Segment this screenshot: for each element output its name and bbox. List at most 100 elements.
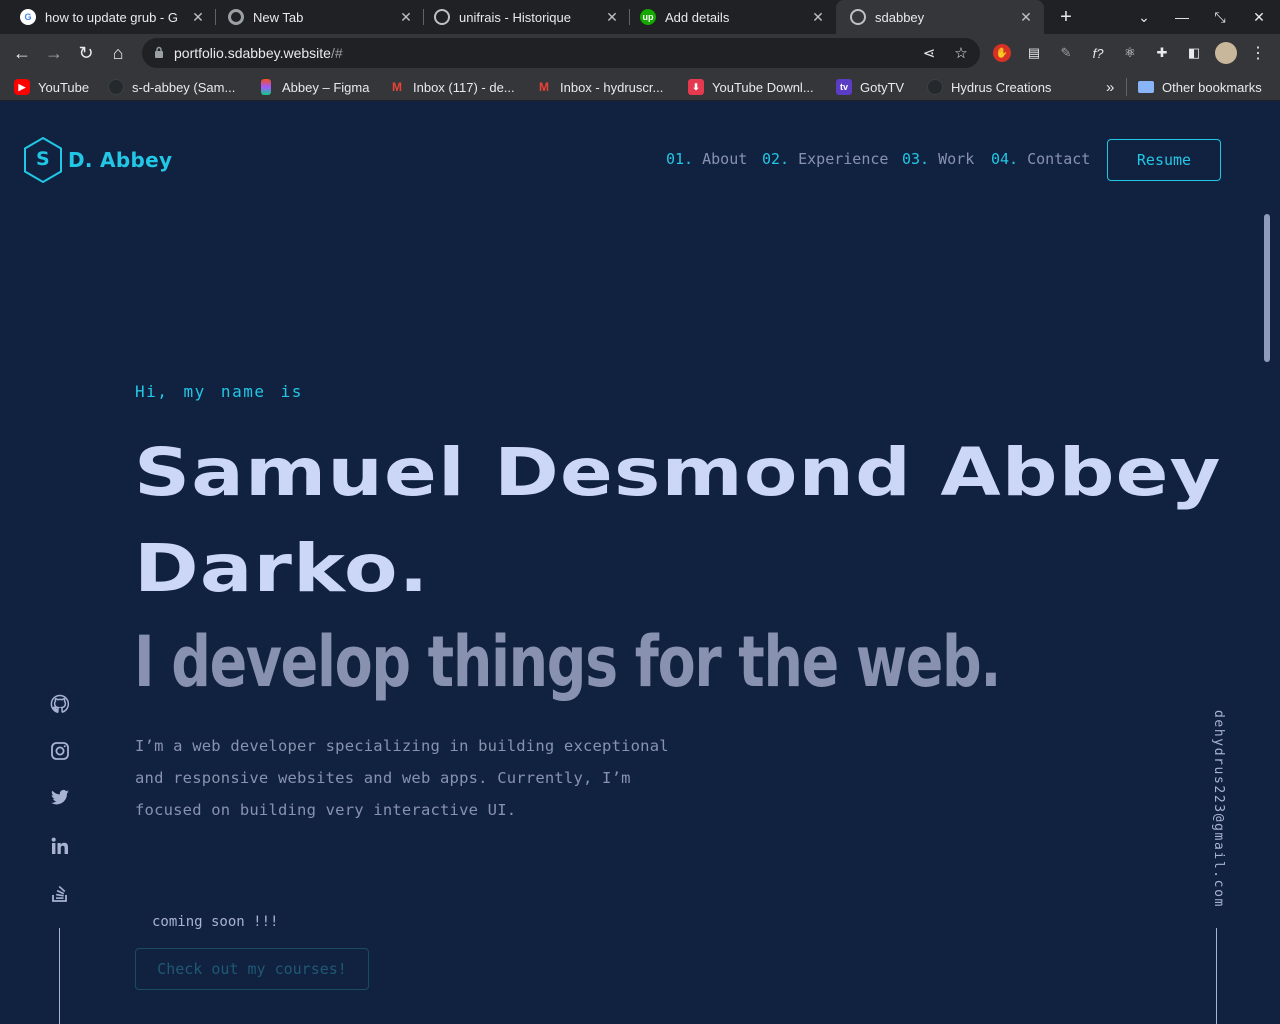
email-link[interactable]: dehydrus223@gmail.com — [1206, 710, 1226, 908]
browser-tab[interactable]: up Add details ✕ — [620, 0, 836, 34]
browser-tab-active[interactable]: sdabbey ✕ — [836, 0, 1044, 34]
globe-icon — [434, 9, 450, 25]
nav-link-work[interactable]: 03. Work — [902, 150, 974, 168]
bookmark-label: YouTube Downl... — [712, 79, 814, 95]
extension-icon[interactable]: ▤ — [1025, 44, 1043, 62]
social-divider-line — [59, 928, 60, 1024]
resume-button[interactable]: Resume — [1107, 139, 1221, 181]
chrome-icon — [228, 9, 244, 25]
bookmark-item[interactable]: ▶ YouTube — [14, 78, 89, 96]
profile-avatar[interactable] — [1215, 42, 1237, 64]
bookmark-item[interactable]: Hydrus Creations — [927, 78, 1051, 96]
bookmark-label: YouTube — [38, 79, 90, 95]
coming-soon-label: coming soon !!! — [152, 914, 279, 930]
download-icon: ⬇ — [688, 79, 704, 95]
tab-title: New Tab — [253, 9, 304, 25]
browser-tab[interactable]: New Tab ✕ — [208, 0, 424, 34]
bookmarks-divider — [1126, 78, 1127, 96]
bookmarks-bar: ▶ YouTube s-d-abbey (Sam... Abbey – Figma… — [0, 72, 1280, 101]
github-icon[interactable] — [49, 693, 71, 715]
bookmark-label: GotyTV — [860, 79, 905, 95]
github-icon — [108, 79, 124, 95]
bookmark-label: Inbox - hydruscr... — [560, 79, 664, 95]
lock-icon — [155, 46, 163, 58]
bookmark-item[interactable]: M Inbox - hydruscr... — [536, 78, 663, 96]
minimize-icon[interactable]: — — [1163, 0, 1201, 34]
other-bookmarks-label: Other bookmarks — [1162, 79, 1262, 95]
hero-description: I’m a web developer specializing in buil… — [135, 737, 669, 819]
nav-number: 01. — [666, 150, 694, 168]
react-devtools-icon[interactable]: ⚛ — [1121, 44, 1139, 62]
close-tab-icon[interactable]: ✕ — [602, 9, 622, 26]
url-text[interactable]: portfolio.sdabbey.website/# — [174, 45, 343, 61]
tab-title: Add details — [665, 9, 730, 25]
page-scrollbar[interactable] — [1264, 214, 1270, 362]
bookmark-item[interactable]: s-d-abbey (Sam... — [108, 78, 235, 96]
folder-icon — [1138, 81, 1154, 93]
font-extension-icon[interactable]: f? — [1089, 44, 1107, 62]
close-tab-icon[interactable]: ✕ — [396, 9, 416, 26]
bookmark-star-icon[interactable]: ☆ — [952, 44, 970, 62]
restore-icon[interactable]: ⤡ — [1201, 0, 1239, 34]
forward-icon[interactable]: → — [40, 39, 68, 67]
site-logo[interactable]: S D. Abbey — [22, 136, 172, 184]
nav-label: Experience — [798, 150, 889, 168]
browser-toolbar: ← → ↻ ⌂ portfolio.sdabbey.website/# ⋖ ☆ … — [0, 34, 1280, 72]
url-host: portfolio.sdabbey.website — [174, 45, 331, 61]
gmail-icon: M — [539, 80, 549, 94]
nav-number: 03. — [902, 150, 930, 168]
close-tab-icon[interactable]: ✕ — [188, 9, 208, 26]
email-divider-line — [1216, 928, 1217, 1024]
figma-icon — [261, 79, 271, 95]
reload-icon[interactable]: ↻ — [72, 39, 100, 67]
menu-kebab-icon[interactable]: ⋮ — [1249, 44, 1267, 62]
home-icon[interactable]: ⌂ — [104, 39, 132, 67]
logo-text: D. Abbey — [68, 148, 173, 172]
upwork-icon: up — [640, 9, 656, 25]
new-tab-button[interactable]: + — [1047, 0, 1085, 34]
globe-icon — [850, 9, 866, 25]
other-bookmarks-folder[interactable]: Other bookmarks — [1138, 78, 1262, 96]
tab-search-icon[interactable]: ⌄ — [1125, 0, 1163, 34]
bookmarks-overflow-button[interactable]: » — [1106, 78, 1114, 96]
nav-label: Work — [938, 150, 975, 168]
twitter-icon[interactable] — [49, 787, 71, 809]
nav-label: Contact — [1027, 150, 1091, 168]
bookmark-item[interactable]: tv GotyTV — [836, 78, 904, 96]
nav-number: 04. — [991, 150, 1019, 168]
portfolio-page: S D. Abbey 01. About 02. Experience 03. … — [0, 102, 1280, 1024]
greeting-text: Hi, my name is — [135, 382, 303, 401]
share-icon[interactable]: ⋖ — [920, 44, 938, 62]
bookmark-item[interactable]: ⬇ YouTube Downl... — [688, 78, 814, 96]
hero-tagline: I develop things for the web. — [134, 621, 1001, 703]
bookmark-label: Abbey – Figma — [282, 79, 370, 95]
tab-title: sdabbey — [875, 9, 925, 25]
browser-tab[interactable]: unifrais - Historique ✕ — [414, 0, 630, 34]
nav-label: About — [702, 150, 748, 168]
back-icon[interactable]: ← — [8, 39, 36, 67]
linkedin-icon[interactable] — [49, 835, 71, 857]
close-tab-icon[interactable]: ✕ — [808, 9, 828, 26]
youtube-icon: ▶ — [14, 79, 30, 95]
google-icon: G — [20, 9, 36, 25]
bookmark-label: Hydrus Creations — [951, 79, 1052, 95]
close-window-icon[interactable]: ✕ — [1240, 0, 1278, 34]
bookmark-item[interactable]: Abbey – Figma — [258, 78, 369, 96]
nav-link-contact[interactable]: 04. Contact — [991, 150, 1090, 168]
gotytv-icon: tv — [836, 79, 852, 95]
hero-name-line1: Samuel Desmond Abbey — [134, 434, 1222, 511]
side-panel-icon[interactable]: ◧ — [1185, 44, 1203, 62]
courses-button[interactable]: Check out my courses! — [135, 948, 369, 990]
bookmark-item[interactable]: M Inbox (117) - de... — [389, 78, 515, 96]
close-tab-icon[interactable]: ✕ — [1016, 9, 1036, 26]
address-bar[interactable]: portfolio.sdabbey.website/# ⋖ ☆ — [142, 38, 980, 68]
nav-number: 02. — [762, 150, 790, 168]
extensions-puzzle-icon[interactable]: ✚ — [1153, 44, 1171, 62]
instagram-icon[interactable] — [49, 740, 71, 762]
pen-extension-icon[interactable]: ✎ — [1057, 44, 1075, 62]
browser-tab[interactable]: G how to update grub - G ✕ — [0, 0, 216, 34]
adblock-extension-icon[interactable]: ✋ — [993, 44, 1011, 62]
nav-link-about[interactable]: 01. About — [666, 150, 747, 168]
stackoverflow-icon[interactable] — [49, 882, 71, 904]
nav-link-experience[interactable]: 02. Experience — [762, 150, 888, 168]
